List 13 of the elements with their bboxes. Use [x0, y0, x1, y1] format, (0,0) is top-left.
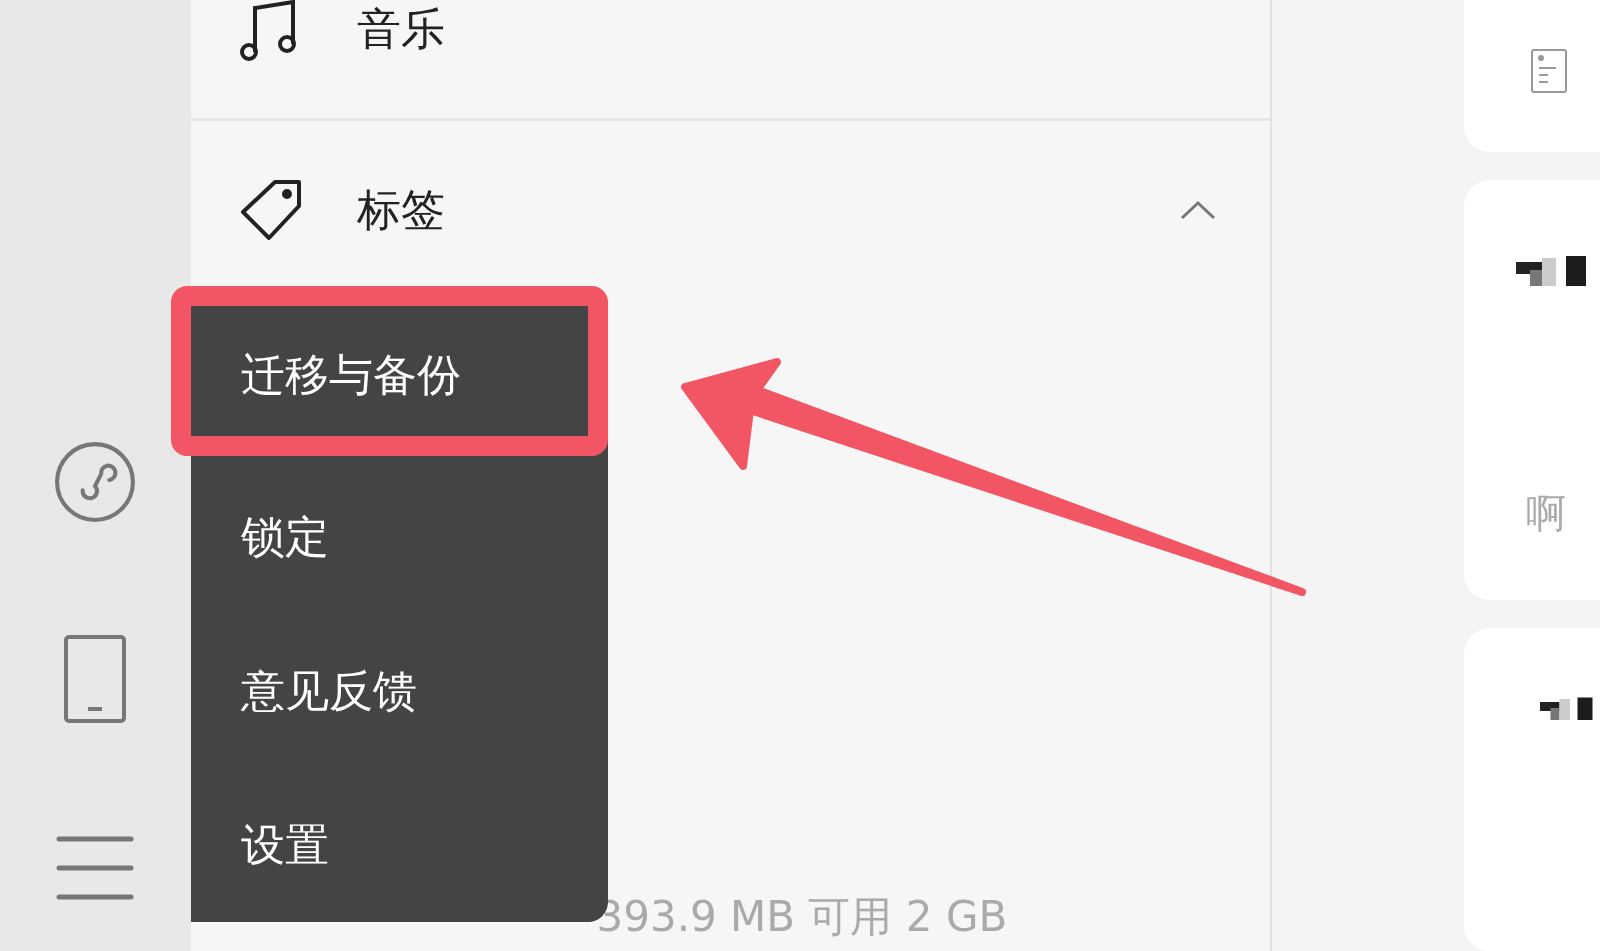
- nav-label[interactable]: 标签: [356, 181, 445, 239]
- note-preview: 啊: [1526, 489, 1566, 538]
- nav-label[interactable]: 音乐: [356, 0, 445, 58]
- tag-icon: [238, 178, 303, 242]
- storage-info: 393.9 MB 可用 2 GB: [596, 892, 1008, 941]
- menu-item[interactable]: 迁移与备份: [170, 286, 608, 456]
- menu-item[interactable]: 锁定: [190, 507, 329, 567]
- chevron-icon[interactable]: [1180, 200, 1216, 220]
- menu-item[interactable]: 设置: [190, 815, 329, 875]
- menu-item[interactable]: 意见反馈: [190, 661, 417, 721]
- document-icon: [1530, 48, 1568, 94]
- mini-program-icon[interactable]: [54, 441, 137, 523]
- phone-icon[interactable]: [64, 635, 127, 723]
